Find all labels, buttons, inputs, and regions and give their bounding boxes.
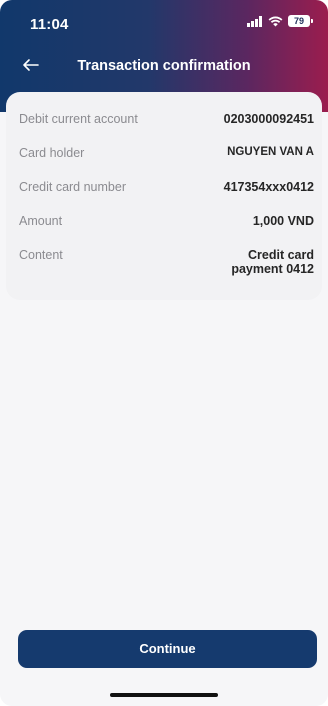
- status-bar: 11:04 79: [0, 0, 328, 44]
- status-time: 11:04: [30, 16, 69, 33]
- card-holder-value: NGUYEN VAN A: [227, 146, 314, 158]
- amount-row: Amount 1,000 VND: [19, 214, 314, 228]
- cellular-signal-icon: [247, 15, 262, 27]
- nav-bar: Transaction confirmation: [0, 48, 328, 84]
- content-value-line-2: payment 0412: [231, 262, 314, 276]
- card-number-value: 417354xxx0412: [223, 180, 314, 194]
- content-value-line-1: Credit card: [248, 248, 314, 262]
- amount-label: Amount: [19, 214, 63, 228]
- continue-button[interactable]: Continue: [18, 630, 317, 668]
- content-value: Credit card payment 0412: [231, 248, 314, 276]
- phone-screen: 11:04 79 Transaction confirmation Debit …: [0, 0, 328, 706]
- battery-level: 79: [293, 16, 304, 26]
- wifi-icon: [268, 16, 283, 26]
- content-row: Content Credit card payment 0412: [19, 248, 314, 276]
- debit-account-value: 0203000092451: [223, 112, 314, 126]
- transaction-details-card: Debit current account 0203000092451 Card…: [6, 92, 322, 300]
- amount-value: 1,000 VND: [252, 214, 314, 228]
- battery-icon: 79: [288, 15, 313, 27]
- status-icons: 79: [247, 15, 313, 27]
- home-indicator: [110, 693, 218, 697]
- debit-account-row: Debit current account 0203000092451: [19, 112, 314, 126]
- card-holder-label: Card holder: [19, 146, 85, 160]
- card-holder-row: Card holder NGUYEN VAN A: [19, 146, 314, 160]
- card-number-label: Credit card number: [19, 180, 126, 194]
- debit-account-label: Debit current account: [19, 112, 138, 126]
- card-number-row: Credit card number 417354xxx0412: [19, 180, 314, 194]
- content-label: Content: [19, 248, 63, 262]
- page-title: Transaction confirmation: [77, 58, 251, 74]
